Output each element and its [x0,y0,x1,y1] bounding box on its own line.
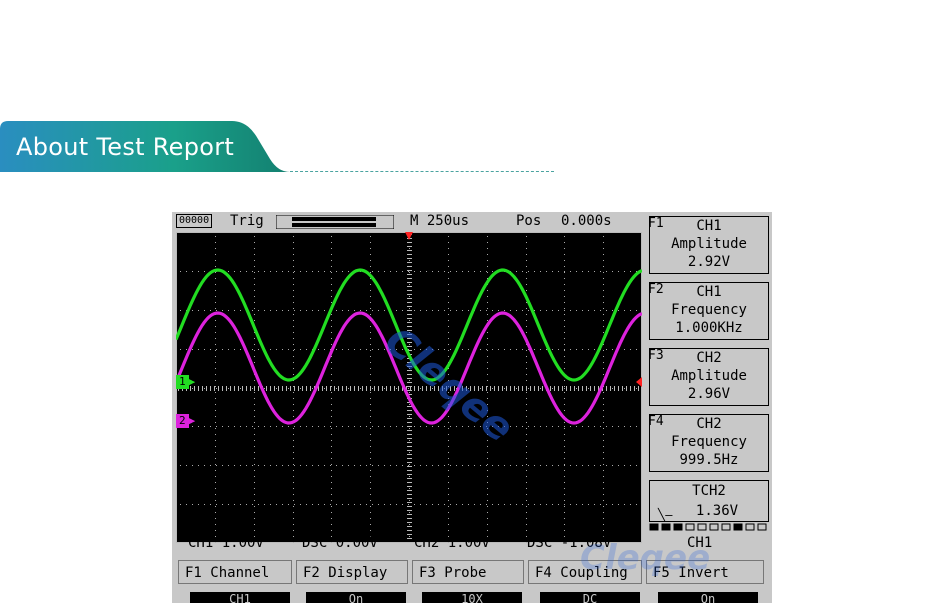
trig-label: Trig [230,213,264,229]
menu-channel-button[interactable]: F1 Channel [178,560,292,584]
pos-value: 0.000s [561,213,612,229]
ch2-ground-marker: 2 ▶ [176,414,198,428]
measurement-f3-value: 2.96V [687,386,731,402]
trigger-label: TCH2 [692,483,726,499]
status-bar: CH1 1.00V DSC 0.00V CH2 1.00V DSC -1.08V [172,532,647,554]
measurement-f3-channel: CH2 [696,350,722,366]
measurement-f1-channel: CH1 [696,218,722,234]
measurement-f2-number: F2 [648,282,664,297]
memory-block [721,523,731,531]
measurement-f2[interactable]: F2 CH1 Frequency 1.000KHz [648,282,769,340]
dsc1-value: DSC 0.00V [302,535,378,551]
memory-depth-indicator [649,523,767,531]
waveform-display [176,232,642,543]
battery-indicator: 00000 [176,214,213,228]
measurement-f1[interactable]: F1 CH1 Amplitude 2.92V [648,216,769,274]
measurement-f1-type: Amplitude [671,236,747,252]
trigger-level-marker [636,377,642,387]
measurement-f1-value: 2.92V [687,254,731,270]
measurement-f2-value: 1.000KHz [675,320,743,336]
timebase-value: M 250us [410,213,470,229]
measurement-f4[interactable]: F4 CH2 Frequency 999.5Hz [648,414,769,472]
measurement-f1-number: F1 [648,216,664,231]
falling-edge-icon: ╲— [658,508,673,522]
measurement-f3-type: Amplitude [671,368,747,384]
menu-invert-value: On [658,592,758,603]
ch1-scale: CH1 1.00V [188,535,264,551]
memory-block [685,523,695,531]
scope-top-bar: 00000 Trig M 250us Pos 0.000s [172,212,647,232]
banner-divider [290,171,554,172]
memory-block [709,523,719,531]
trigger-info[interactable]: TCH2 ╲— 1.36V [649,480,769,522]
measurement-f4-channel: CH2 [696,416,722,432]
menu-display-button[interactable]: F2 Display [296,560,408,584]
banner-title: About Test Report [16,133,235,161]
measurement-f4-number: F4 [648,414,664,429]
measurement-f4-value: 999.5Hz [679,452,739,468]
memory-block [745,523,755,531]
measurement-f3-number: F3 [648,348,664,363]
measurement-f3[interactable]: F3 CH2 Amplitude 2.96V [648,348,769,406]
memory-block [757,523,767,531]
measurement-f4-type: Frequency [671,434,747,450]
memory-block [733,523,743,531]
memory-block [661,523,671,531]
watermark-logo-secondary: Cleqee [580,538,711,578]
ch2-scale: CH2 1.00V [414,535,490,551]
measurement-f2-channel: CH1 [696,284,722,300]
menu-probe-button[interactable]: F3 Probe [412,560,524,584]
menu-probe-value: 10X [422,592,522,603]
menu-channel-value: CH1 [190,592,290,603]
memory-block [673,523,683,531]
trigger-value: 1.36V [695,503,739,519]
ch1-ground-marker: 1 ▶ [176,375,198,389]
memory-block [649,523,659,531]
pos-label: Pos [516,213,542,229]
waveform-canvas [176,232,642,543]
menu-display-value: On [306,592,406,603]
memory-block [697,523,707,531]
measurement-f2-type: Frequency [671,302,747,318]
measurement-panel: F1 CH1 Amplitude 2.92V F2 CH1 Frequency … [647,212,772,532]
trigger-position-bar [276,215,394,229]
menu-coupling-value: DC [540,592,640,603]
softkey-values: CH1 On 10X DC On [172,588,772,603]
